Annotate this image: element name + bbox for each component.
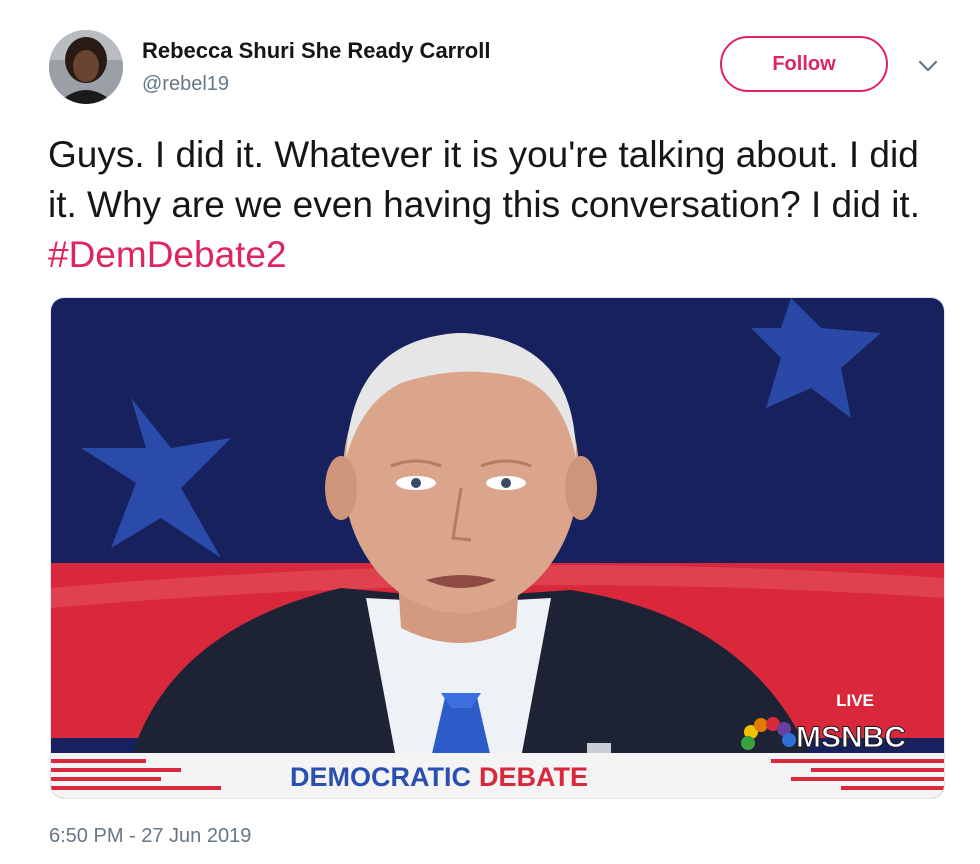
hashtag-link[interactable]: #DemDebate2 <box>48 234 287 275</box>
follow-button[interactable]: Follow <box>720 36 888 92</box>
author-display-name[interactable]: Rebecca Shuri She Ready Carroll <box>142 38 490 64</box>
live-label: LIVE <box>836 691 874 710</box>
avatar-photo <box>49 30 123 104</box>
debate-broadcast-image: DEMOCRATIC DEBATE LIVE MSNBC <box>51 298 944 798</box>
author-handle[interactable]: @rebel19 <box>142 73 229 96</box>
tweet-body-text: Guys. I did it. Whatever it is you're ta… <box>48 134 920 225</box>
tweet-timestamp[interactable]: 6:50 PM - 27 Jun 2019 <box>49 825 251 848</box>
tweet-text: Guys. I did it. Whatever it is you're ta… <box>48 130 948 280</box>
msnbc-logo-text: MSNBC <box>796 721 906 754</box>
banner-democratic-text: DEMOCRATIC <box>290 762 471 792</box>
chevron-down-icon[interactable] <box>914 54 942 78</box>
tweet-media[interactable]: DEMOCRATIC DEBATE LIVE MSNBC <box>50 297 945 799</box>
author-avatar[interactable] <box>49 30 123 104</box>
banner-debate-text: DEBATE <box>479 762 588 792</box>
